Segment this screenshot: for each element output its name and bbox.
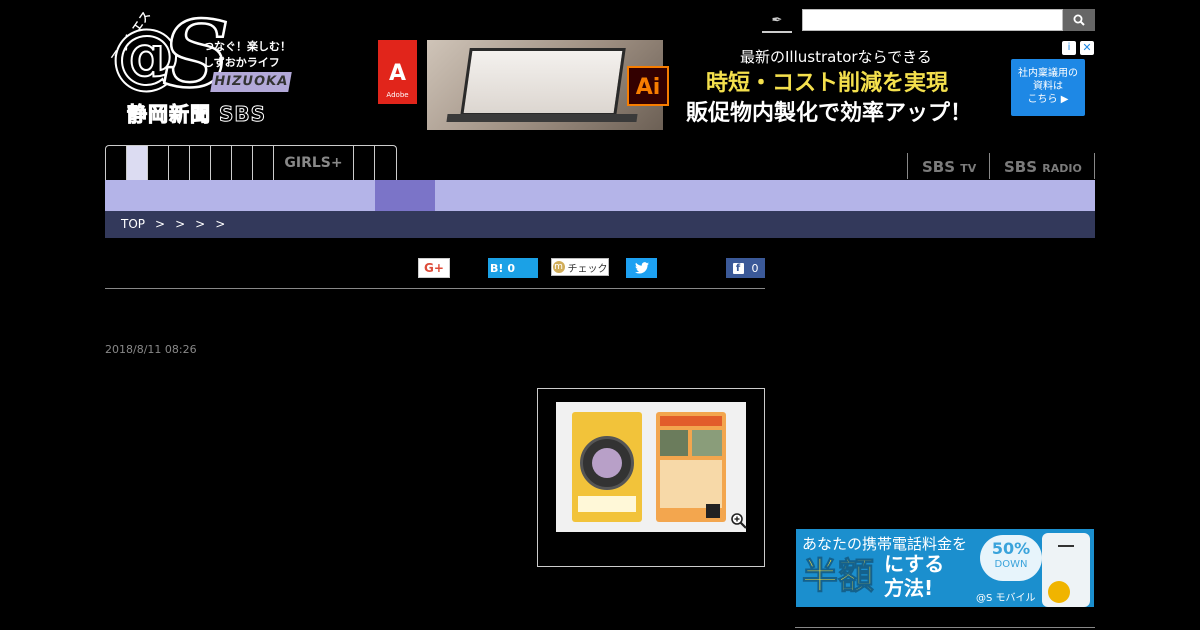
breadcrumb: TOP > > > > <box>105 211 1095 238</box>
side-ad-discount-badge: 50% DOWN <box>980 535 1042 581</box>
search-input[interactable] <box>802 9 1063 31</box>
illustrator-icon: Ai <box>627 66 669 106</box>
qr-code <box>706 504 720 518</box>
play-circle-icon: ▶ <box>1060 94 1069 105</box>
article-date: 2018/8/11 08:26 <box>105 343 197 356</box>
ad-line-1: 最新のIllustratorならできる <box>740 48 932 66</box>
ad-line-2: 時短・コスト削減を実現 <box>706 71 949 96</box>
mixi-check-button[interactable]: m チェック <box>551 258 609 276</box>
sbs-tv-link[interactable]: SBS TV <box>907 153 989 179</box>
cta-line-1: 社内稟議用の <box>1018 68 1078 79</box>
nav-tab-11[interactable] <box>375 146 396 180</box>
twitter-bird-icon <box>634 262 649 274</box>
manhole-card-front <box>572 412 642 522</box>
side-banner-ad[interactable]: あなたの携帯電話料金を 半額 にする 方法! 50% DOWN @S モバイル <box>796 529 1094 607</box>
ad-cta-button[interactable]: 社内稟議用の 資料は こちら ▶ <box>1011 59 1085 116</box>
sub-nav-bar <box>105 180 1095 211</box>
manhole-card-back <box>656 412 726 522</box>
adobe-wordmark: Adobe <box>386 91 409 99</box>
breadcrumb-separator: > <box>195 217 206 231</box>
category-tabs: GIRLS+ <box>105 145 397 180</box>
logo-tagline-2: しずおかライフ <box>203 56 280 69</box>
search-tab[interactable]: ✒ <box>762 9 792 33</box>
adchoices-icon[interactable]: i <box>1062 41 1076 55</box>
site-logo[interactable]: アットエス @ S つなぐ！楽しむ！ しずおかライフ HIZUOKA 静岡新聞 … <box>105 7 295 130</box>
badge-percent: 50% <box>991 539 1031 558</box>
sbs-tv-main: SBS <box>922 158 956 176</box>
coins-icon <box>1048 581 1070 603</box>
hatena-icon: B! <box>490 261 504 275</box>
adobe-logo: A Adobe <box>378 40 417 104</box>
facebook-icon: f <box>732 262 744 274</box>
sbs-radio-main: SBS <box>1004 158 1038 176</box>
facebook-share-button[interactable]: f 0 <box>726 258 765 278</box>
ad-close-icon[interactable]: ✕ <box>1080 41 1094 55</box>
card-coordinates <box>578 496 636 512</box>
nav-tab-5[interactable] <box>190 146 211 180</box>
article-title-divider <box>105 288 765 289</box>
sbs-tv-sub: TV <box>960 162 977 175</box>
breadcrumb-top-link[interactable]: TOP <box>121 217 145 231</box>
nav-tab-3[interactable] <box>148 146 169 180</box>
search-icon <box>1073 14 1085 26</box>
mixi-icon: m <box>552 261 565 273</box>
side-ad-big: 半額 <box>801 556 875 597</box>
sidebar-divider <box>795 627 1095 628</box>
hatena-count: 0 <box>507 261 516 275</box>
breadcrumb-separator: > <box>155 217 166 231</box>
sbs-radio-sub: RADIO <box>1042 162 1082 175</box>
laptop-screen <box>460 48 626 116</box>
article-photo-frame[interactable] <box>537 388 765 567</box>
manhole-card-photo[interactable] <box>556 402 746 532</box>
tweet-button[interactable] <box>626 258 657 278</box>
mixi-label: チェック <box>567 263 608 275</box>
side-ad-brand: @S モバイル <box>976 593 1036 604</box>
nav-tab-10[interactable] <box>354 146 375 180</box>
google-plus-icon: G+ <box>424 261 444 275</box>
facebook-count: 0 <box>751 261 759 275</box>
logo-tagline-1: つなぐ！楽しむ！ <box>203 40 291 53</box>
breadcrumb-separator: > <box>215 217 226 231</box>
ad-line-3: 販促物内製化で効率アップ！ <box>686 101 973 126</box>
side-ad-line-1: あなたの携帯電話料金を <box>802 535 968 553</box>
side-ad-line-2: にする <box>884 552 945 576</box>
nav-tab-home[interactable] <box>127 146 148 180</box>
nav-tab-1[interactable] <box>106 146 127 180</box>
logo-hizuoka: HIZUOKA <box>210 72 292 92</box>
nav-tab-4[interactable] <box>169 146 190 180</box>
badge-down: DOWN <box>994 559 1028 570</box>
adobe-mark: A <box>388 61 407 86</box>
top-banner-ad[interactable]: A Adobe Ai 最新のIllustratorならできる 時短・コスト削減を… <box>378 40 1096 130</box>
logo-paper-name: 静岡新聞 SBS <box>126 102 267 127</box>
cta-line-3: こちら <box>1027 94 1058 105</box>
search-button[interactable] <box>1063 9 1095 31</box>
nav-tab-6[interactable] <box>211 146 232 180</box>
laptop-base <box>446 114 638 122</box>
hatena-bookmark-button[interactable]: B! 0 <box>488 258 538 278</box>
breadcrumb-separator: > <box>175 217 186 231</box>
manhole-cover-image <box>580 436 634 490</box>
nav-tab-8[interactable] <box>253 146 274 180</box>
cta-line-2: 資料は <box>1033 81 1063 92</box>
sub-nav-active-item[interactable] <box>375 180 435 211</box>
station-links: SBS TV SBS RADIO <box>907 153 1095 179</box>
side-ad-line-3: 方法! <box>884 576 934 600</box>
nav-tab-girls-plus[interactable]: GIRLS+ <box>274 146 354 180</box>
google-plus-share-button[interactable]: G+ <box>418 258 450 278</box>
zoom-in-icon[interactable] <box>730 512 748 530</box>
sbs-radio-link[interactable]: SBS RADIO <box>989 153 1095 179</box>
pen-icon: ✒ <box>771 13 783 28</box>
nav-tab-7[interactable] <box>232 146 253 180</box>
